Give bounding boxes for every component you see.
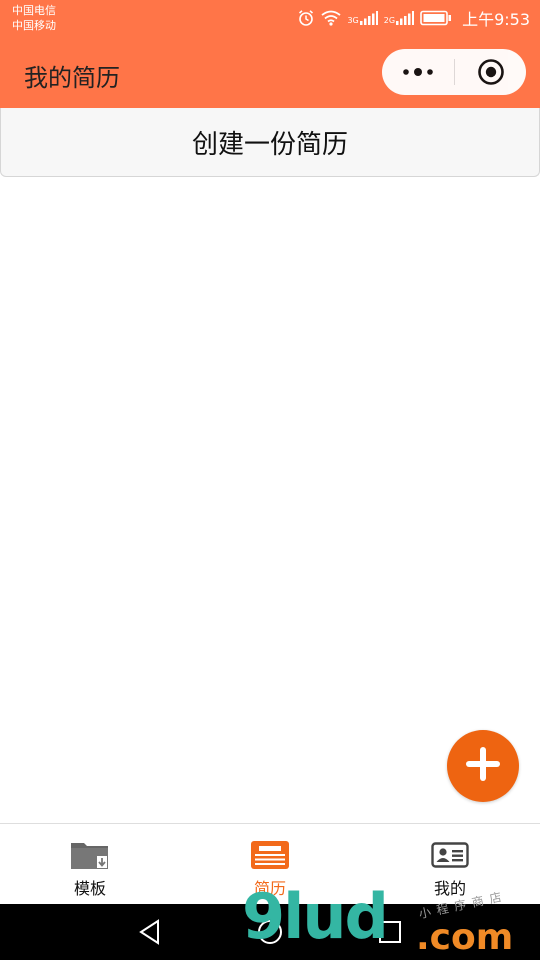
create-resume-button[interactable]: 创建一份简历 [0,108,540,177]
wifi-icon [321,10,342,26]
tab-label-mine: 我的 [433,879,466,898]
tab-resume[interactable]: 简历 [180,824,360,905]
folder-download-icon [70,840,110,870]
more-dots-icon[interactable] [382,49,454,95]
id-card-icon [431,840,469,870]
network-type-2g: 2G [383,16,396,25]
app-header: 中国电信 中国移动 3G 2G 上午9:53 我的简历 [0,0,540,108]
home-icon[interactable] [256,918,284,946]
carrier-name-1: 中国电信 [12,4,56,17]
alarm-icon [297,9,315,27]
signal-2g-icon: 2G [383,11,415,25]
target-close-icon[interactable] [455,49,526,95]
add-resume-fab[interactable] [447,730,519,802]
carrier-name-2: 中国移动 [12,19,56,32]
plus-icon [464,745,502,787]
page-title: 我的简历 [24,64,120,92]
miniprogram-capsule [382,49,526,95]
tab-mine[interactable]: 我的 [360,824,540,905]
back-icon[interactable] [136,918,164,946]
resume-doc-icon [250,840,290,870]
tab-label-resume: 简历 [253,879,286,898]
status-bar: 中国电信 中国移动 3G 2G 上午9:53 [0,0,540,40]
battery-icon [420,10,452,26]
title-bar: 我的简历 [0,40,540,108]
status-indicators: 3G 2G 上午9:53 [297,6,530,30]
bottom-tab-bar: 模板 简历 我的 [0,823,540,904]
tab-label-templates: 模板 [73,879,106,898]
tab-templates[interactable]: 模板 [0,824,180,905]
status-time: 上午9:53 [462,10,530,29]
network-type-3g: 3G [347,16,359,25]
recents-icon[interactable] [376,918,404,946]
android-nav-bar [0,904,540,960]
signal-3g-icon: 3G [347,11,378,25]
carrier-info: 中国电信 中国移动 [12,3,56,33]
